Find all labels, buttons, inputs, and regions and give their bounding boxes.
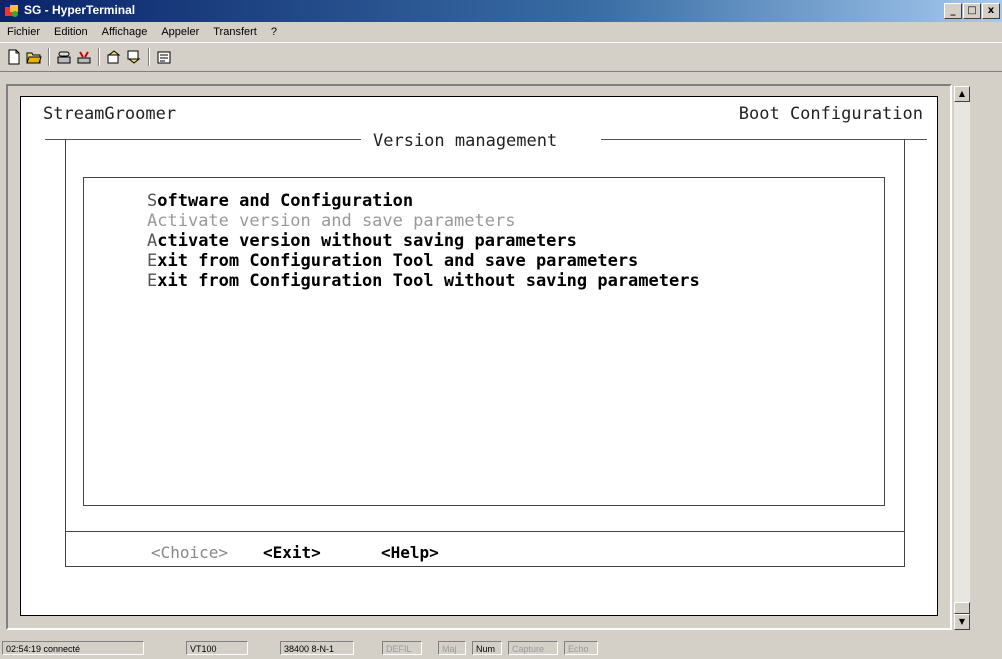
option-software-configuration[interactable]: Software and Configuration [147, 191, 413, 211]
status-emulation: VT100 [186, 641, 248, 655]
scroll-up-icon[interactable]: ▲ [954, 86, 970, 102]
status-caps: Maj [438, 641, 466, 655]
toolbar [0, 42, 1002, 72]
status-bar: 02:54:19 connecté VT100 38400 8-N-1 DEFI… [0, 638, 1002, 659]
scroll-down-icon[interactable]: ▼ [954, 614, 970, 630]
status-scroll: DEFIL [382, 641, 422, 655]
help-button[interactable]: <Help> [381, 543, 439, 562]
menu-help[interactable]: ? [264, 26, 284, 38]
menu-transfert[interactable]: Transfert [206, 26, 264, 38]
header-right: Boot Configuration [738, 104, 923, 124]
toolbar-separator [48, 48, 50, 66]
menu-appeler[interactable]: Appeler [154, 26, 206, 38]
hyperterminal-icon [5, 5, 18, 17]
terminal-screen[interactable]: StreamGroomer Boot Configuration Version… [20, 96, 938, 616]
properties-icon[interactable] [154, 47, 174, 67]
option-exit-no-save[interactable]: Exit from Configuration Tool without sav… [147, 271, 700, 291]
toolbar-separator [148, 48, 150, 66]
app-name: StreamGroomer [43, 104, 177, 124]
status-settings: 38400 8-N-1 [280, 641, 354, 655]
option-exit-save[interactable]: Exit from Configuration Tool and save pa… [147, 251, 638, 271]
window-title: SG - HyperTerminal [24, 3, 136, 17]
close-button[interactable]: x [982, 3, 1000, 19]
send-icon[interactable] [104, 47, 124, 67]
minimize-button[interactable]: _ [944, 3, 962, 19]
menu-edition[interactable]: Edition [47, 26, 95, 38]
toolbar-separator [98, 48, 100, 66]
maximize-button[interactable]: □ [963, 3, 981, 19]
phone-icon[interactable] [54, 47, 74, 67]
button-divider [65, 531, 905, 532]
exit-button[interactable]: <Exit> [263, 543, 321, 562]
status-capture: Capture [508, 641, 558, 655]
menu-fichier[interactable]: Fichier [0, 26, 47, 38]
choice-button[interactable]: <Choice> [151, 543, 228, 562]
title-bar[interactable]: SG - HyperTerminal _ □ x [0, 0, 1002, 22]
menu-bar: Fichier Edition Affichage Appeler Transf… [0, 22, 1002, 42]
status-echo: Echo [564, 641, 598, 655]
disconnect-icon[interactable] [74, 47, 94, 67]
new-icon[interactable] [4, 47, 24, 67]
receive-icon[interactable] [124, 47, 144, 67]
menu-affichage[interactable]: Affichage [95, 26, 155, 38]
status-connection: 02:54:19 connecté [2, 641, 144, 655]
open-icon[interactable] [24, 47, 44, 67]
terminal-frame: StreamGroomer Boot Configuration Version… [6, 84, 952, 630]
option-activate-save: Activate version and save parameters [147, 211, 516, 231]
option-activate-no-save[interactable]: Activate version without saving paramete… [147, 231, 577, 251]
status-num: Num [472, 641, 502, 655]
vertical-scrollbar[interactable]: ▲ ▼ [954, 86, 970, 630]
scroll-thumb[interactable] [954, 602, 970, 614]
